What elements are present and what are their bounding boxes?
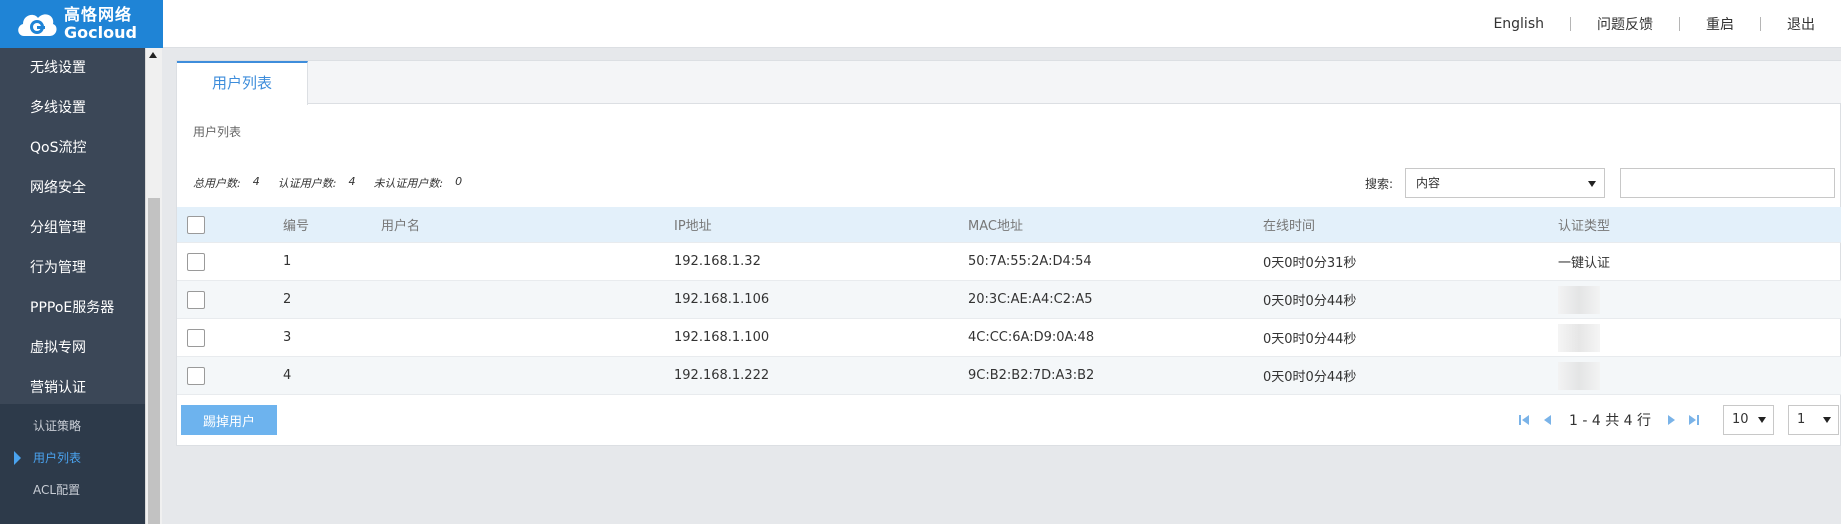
nav-english-link[interactable]: English — [1467, 16, 1570, 32]
user-stats: 总用户数: 4 认证用户数: 4 未认证用户数: 0 — [193, 175, 472, 191]
column-header-ip: IP地址 — [674, 219, 712, 234]
table-row[interactable]: 1 192.168.1.32 50:7A:55:2A:D4:54 0天0时0分3… — [177, 243, 1841, 281]
cell-online-time: 0天0时0分44秒 — [1263, 332, 1357, 347]
sidebar-scrollbar[interactable] — [145, 48, 162, 524]
cell-num: 3 — [283, 330, 292, 345]
auth-users-label: 认证用户数: — [277, 177, 337, 190]
user-table: 编号 用户名 IP地址 MAC地址 在线时间 认证类型 1 192.168.1.… — [177, 207, 1841, 395]
nav-logout-link[interactable]: 退出 — [1761, 14, 1841, 34]
table-row[interactable]: 2 192.168.1.106 20:3C:AE:A4:C2:A5 0天0时0分… — [177, 281, 1841, 319]
select-all-checkbox[interactable] — [187, 215, 205, 234]
search-input[interactable] — [1620, 168, 1835, 198]
cloud-logo-icon — [14, 6, 58, 42]
tab-bar: 用户列表 — [177, 61, 1841, 105]
unauth-users-label: 未认证用户数: — [373, 177, 444, 190]
nav-reboot-link[interactable]: 重启 — [1680, 14, 1760, 34]
search-select-value: 内容 — [1416, 176, 1441, 190]
search-field-select[interactable]: 内容 — [1405, 168, 1605, 198]
sidebar-submenu: 认证策略 用户列表 ACL配置 — [0, 410, 145, 506]
top-nav: English 问题反馈 重启 退出 — [1467, 0, 1841, 48]
logo-en-text: Gocloud — [64, 23, 137, 42]
nav-feedback-link[interactable]: 问题反馈 — [1571, 14, 1679, 34]
column-header-mac: MAC地址 — [968, 219, 1023, 234]
sidebar-item-marketing-auth[interactable]: 营销认证 — [0, 368, 145, 408]
sidebar-item-security[interactable]: 网络安全 — [0, 168, 145, 208]
logo[interactable]: 高恪网络 Gocloud — [0, 0, 163, 48]
cell-auth-type — [1558, 357, 1600, 394]
column-header-auth-type: 认证类型 — [1558, 219, 1611, 234]
next-page-icon[interactable] — [1665, 413, 1679, 427]
cell-auth-type — [1558, 319, 1600, 356]
sidebar-subitem-auth-policy[interactable]: 认证策略 — [0, 410, 145, 442]
redacted-block — [1558, 285, 1600, 314]
cell-auth-type: 一键认证 — [1558, 256, 1611, 271]
cell-num: 2 — [283, 292, 292, 307]
cell-mac: 4C:CC:6A:D9:0A:48 — [968, 330, 1095, 345]
kick-user-button[interactable]: 踢掉用户 — [181, 405, 277, 435]
sidebar-item-groups[interactable]: 分组管理 — [0, 208, 145, 248]
row-checkbox[interactable] — [187, 252, 205, 271]
logo-cn-text: 高恪网络 — [64, 5, 133, 24]
row-checkbox[interactable] — [187, 290, 205, 309]
search-label: 搜索: — [1365, 177, 1394, 191]
sidebar-item-vpn[interactable]: 虚拟专网 — [0, 328, 145, 368]
section-title: 用户列表 — [193, 125, 242, 139]
sidebar-subitem-user-list[interactable]: 用户列表 — [0, 442, 145, 474]
sidebar-item-multiline[interactable]: 多线设置 — [0, 88, 145, 128]
cell-mac: 20:3C:AE:A4:C2:A5 — [968, 292, 1093, 307]
sidebar-item-behavior[interactable]: 行为管理 — [0, 248, 145, 288]
sidebar-item-pppoe[interactable]: PPPoE服务器 — [0, 288, 145, 328]
table-row[interactable]: 3 192.168.1.100 4C:CC:6A:D9:0A:48 0天0时0分… — [177, 319, 1841, 357]
row-checkbox[interactable] — [187, 366, 205, 385]
page-size-select[interactable]: 10 — [1723, 405, 1775, 435]
dropdown-arrow-icon — [1823, 417, 1832, 423]
first-page-icon[interactable] — [1519, 413, 1533, 427]
cell-num: 4 — [283, 368, 292, 383]
auth-users-value: 4 — [348, 175, 356, 188]
column-header-online-time: 在线时间 — [1263, 219, 1316, 234]
cell-ip: 192.168.1.32 — [674, 254, 761, 269]
page-number-value: 1 — [1797, 412, 1806, 427]
redacted-block — [1558, 323, 1600, 352]
unauth-users-value: 0 — [455, 175, 463, 188]
cell-online-time: 0天0时0分44秒 — [1263, 294, 1357, 309]
dropdown-arrow-icon — [1758, 417, 1767, 423]
sidebar-menu: 无线设置 多线设置 QoS流控 网络安全 分组管理 行为管理 PPPoE服务器 … — [0, 48, 145, 404]
main-panel: 用户列表 用户列表 总用户数: 4 认证用户数: 4 未认证用户数: 0 搜索:… — [176, 60, 1841, 446]
cell-ip: 192.168.1.222 — [674, 368, 770, 383]
total-users-label: 总用户数: — [193, 177, 241, 190]
redacted-block — [1558, 361, 1600, 390]
pagination: 1 - 4 共 4 行 10 1 — [1519, 405, 1840, 435]
sidebar-item-wireless[interactable]: 无线设置 — [0, 48, 145, 88]
cell-mac: 50:7A:55:2A:D4:54 — [968, 254, 1092, 269]
total-users-value: 4 — [252, 175, 260, 188]
cell-online-time: 0天0时0分44秒 — [1263, 370, 1357, 385]
sidebar: 无线设置 多线设置 QoS流控 网络安全 分组管理 行为管理 PPPoE服务器 … — [0, 48, 145, 524]
cell-ip: 192.168.1.106 — [674, 292, 770, 307]
cell-num: 1 — [283, 254, 292, 269]
page-size-value: 10 — [1732, 412, 1749, 427]
cell-auth-type — [1558, 281, 1600, 318]
sidebar-subitem-acl[interactable]: ACL配置 — [0, 474, 145, 506]
tab-user-list[interactable]: 用户列表 — [177, 61, 308, 105]
last-page-icon[interactable] — [1687, 413, 1701, 427]
table-row[interactable]: 4 192.168.1.222 9C:B2:B2:7D:A3:B2 0天0时0分… — [177, 357, 1841, 395]
dropdown-arrow-icon — [1588, 181, 1596, 187]
top-header: 高恪网络 Gocloud English 问题反馈 重启 退出 — [0, 0, 1841, 48]
row-checkbox[interactable] — [187, 328, 205, 347]
cell-online-time: 0天0时0分31秒 — [1263, 256, 1357, 271]
page-info: 1 - 4 共 4 行 — [1569, 413, 1652, 429]
table-header-row: 编号 用户名 IP地址 MAC地址 在线时间 认证类型 — [177, 207, 1841, 243]
column-header-num: 编号 — [283, 219, 310, 234]
cell-mac: 9C:B2:B2:7D:A3:B2 — [968, 368, 1095, 383]
column-header-username: 用户名 — [381, 219, 421, 234]
prev-page-icon[interactable] — [1541, 413, 1555, 427]
sidebar-item-qos[interactable]: QoS流控 — [0, 128, 145, 168]
scrollbar-thumb[interactable] — [148, 198, 160, 524]
scroll-up-icon[interactable] — [149, 52, 157, 58]
page-number-select[interactable]: 1 — [1788, 405, 1840, 435]
cell-ip: 192.168.1.100 — [674, 330, 770, 345]
